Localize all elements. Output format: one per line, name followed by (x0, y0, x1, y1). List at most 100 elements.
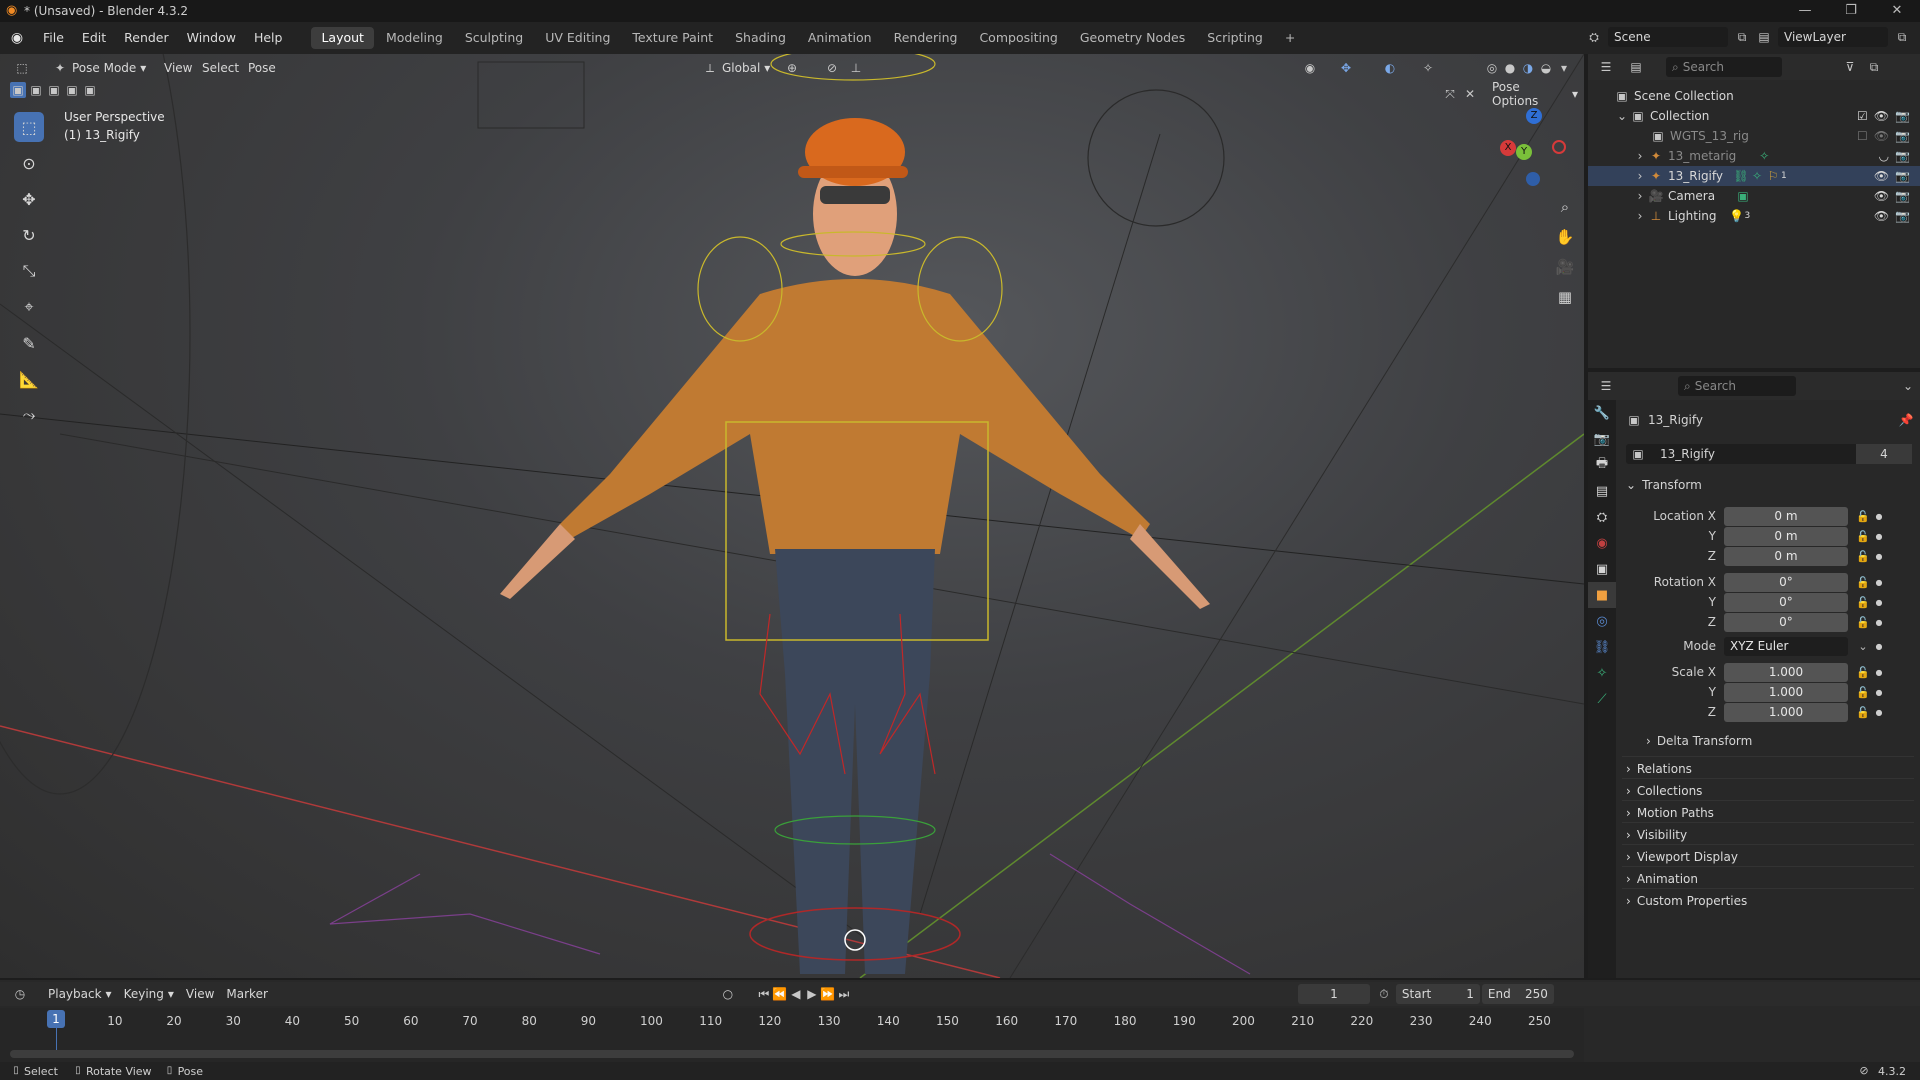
chevron-down-icon[interactable]: ⌄ (1900, 378, 1916, 394)
constraint-tab-icon[interactable]: ⛓ (1588, 634, 1616, 660)
outliner-row-scene-collection[interactable]: ▣ Scene Collection (1588, 86, 1920, 106)
rotate-tool[interactable]: ↻ (14, 220, 44, 250)
keyframe-dot-icon[interactable]: ● (1872, 618, 1886, 627)
lock-icon[interactable]: 🔓 (1854, 596, 1872, 609)
panel-visibility[interactable]: › Visibility (1622, 822, 1914, 846)
navigation-gizmo[interactable]: Z X Y (1494, 108, 1574, 188)
panel-viewport-display[interactable]: › Viewport Display (1622, 844, 1914, 868)
end-frame-field[interactable]: End 250 (1481, 984, 1554, 1004)
outliner-row-rigify[interactable]: › ✦ 13_Rigify ⛓ ✧ ⚐ 1 👁 📷 (1588, 166, 1920, 186)
move-tool[interactable]: ✥ (14, 184, 44, 214)
snap-icon[interactable]: ⊘ (824, 60, 840, 76)
timeline-editor-icon[interactable]: ◷ (12, 986, 28, 1002)
mode-selector[interactable]: ✦ Pose Mode ▾ (46, 58, 152, 78)
bone-overlay-icon[interactable]: ✧ (1420, 60, 1436, 76)
play-icon[interactable]: ▶ (804, 986, 820, 1002)
transform-panel-header[interactable]: ⌄ Transform (1626, 478, 1702, 492)
solid-shading-icon[interactable]: ● (1502, 60, 1518, 76)
pan-hand-icon[interactable]: ✋ (1552, 224, 1578, 250)
3d-viewport[interactable]: ⬚ ✦ Pose Mode ▾ View Select Pose ⟂ Global ▾ … (0, 54, 1584, 978)
chevron-right-icon[interactable]: › (1632, 148, 1648, 164)
gizmo-x-axis[interactable]: X (1500, 140, 1516, 156)
rotation-x-field[interactable]: 0° (1724, 572, 1848, 592)
scale-tool[interactable]: ⤡ (14, 256, 44, 286)
camera-icon[interactable]: 📷 (1895, 109, 1910, 123)
keyframe-dot-icon[interactable]: ● (1872, 708, 1886, 717)
panel-animation[interactable]: › Animation (1622, 866, 1914, 890)
view-layer-tab-icon[interactable]: ▤ (1588, 478, 1616, 504)
annotate-tool[interactable]: ✎ (14, 328, 44, 358)
tab-scripting[interactable]: Scripting (1197, 27, 1273, 49)
chevron-right-icon[interactable]: › (1632, 168, 1648, 184)
eye-icon[interactable]: 👁 (1874, 109, 1889, 123)
marker-menu[interactable]: Marker (220, 984, 273, 1004)
menu-help[interactable]: Help (245, 22, 292, 54)
location-y-field[interactable]: 0 m (1724, 526, 1848, 546)
menu-edit[interactable]: Edit (73, 22, 115, 54)
close-window-button[interactable]: ✕ (1874, 0, 1920, 22)
transform-affect-icon[interactable]: ⤧ (1442, 86, 1458, 102)
cursor-tool[interactable]: ⊙ (14, 148, 44, 178)
outliner-editor-icon[interactable]: ☰ (1598, 59, 1614, 75)
chevron-down-icon[interactable]: ⌄ (1614, 108, 1630, 124)
maximize-button[interactable]: ❐ (1828, 0, 1874, 22)
object-tab-icon[interactable]: ■ (1588, 582, 1616, 608)
shading-options-icon[interactable]: ▾ (1556, 60, 1572, 76)
rotation-y-field[interactable]: 0° (1724, 592, 1848, 612)
camera-view-icon[interactable]: 🎥 (1552, 254, 1578, 280)
jump-end-icon[interactable]: ⏭ (836, 986, 852, 1002)
timeline-view-menu[interactable]: View (180, 984, 220, 1004)
chevron-right-icon[interactable]: › (1632, 208, 1648, 224)
tab-sculpting[interactable]: Sculpting (455, 27, 533, 49)
tab-uv-editing[interactable]: UV Editing (535, 27, 620, 49)
editor-type-icon[interactable]: ⬚ (14, 60, 30, 76)
gizmo-toggle-icon[interactable]: ✥ (1338, 60, 1354, 76)
jump-start-icon[interactable]: ⏮ (756, 986, 772, 1002)
viewlayer-selector[interactable]: ViewLayer (1778, 27, 1888, 47)
chevron-down-icon[interactable]: ⌄ (1854, 640, 1872, 653)
bone-tab-icon[interactable]: ⟋ (1588, 686, 1616, 712)
object-datablock-field[interactable]: ▣ 13_Rigify 4 (1626, 444, 1912, 464)
tab-layout[interactable]: Layout (311, 27, 374, 49)
panel-collections[interactable]: › Collections (1622, 778, 1914, 802)
lock-icon[interactable]: 🔓 (1854, 550, 1872, 563)
lock-icon[interactable]: 🔓 (1854, 706, 1872, 719)
menu-render[interactable]: Render (115, 22, 178, 54)
tab-geometry-nodes[interactable]: Geometry Nodes (1070, 27, 1195, 49)
user-count[interactable]: 4 (1856, 444, 1912, 464)
start-frame-field[interactable]: Start 1 (1395, 984, 1480, 1004)
play-reverse-icon[interactable]: ◀ (788, 986, 804, 1002)
camera-icon[interactable]: 📷 (1895, 189, 1910, 203)
pose-options-button[interactable]: Pose Options ▾ (1486, 80, 1584, 108)
outliner-row-lighting[interactable]: › ⊥ Lighting 💡 3 👁 📷 (1588, 206, 1920, 226)
scene-selector[interactable]: Scene (1608, 27, 1728, 47)
stopwatch-icon[interactable]: ⏱ (1376, 986, 1392, 1002)
camera-icon[interactable]: 📷 (1895, 149, 1910, 163)
zoom-icon[interactable]: ⌕ (1552, 194, 1578, 220)
eye-icon[interactable]: 👁 (1874, 189, 1889, 203)
menu-window[interactable]: Window (178, 22, 245, 54)
rotation-mode-select[interactable]: XYZ Euler (1724, 636, 1848, 656)
tab-texture-paint[interactable]: Texture Paint (622, 27, 723, 49)
transform-tool[interactable]: ⌖ (14, 292, 44, 322)
lock-icon[interactable]: 🔓 (1854, 510, 1872, 523)
select-intersect-icon[interactable]: ▣ (82, 82, 98, 98)
gizmo-z-axis[interactable]: Z (1526, 108, 1542, 124)
rotation-z-field[interactable]: 0° (1724, 612, 1848, 632)
viewport-scene[interactable] (0, 54, 1584, 978)
outliner-row-camera[interactable]: › 🎥 Camera ▣ 👁 📷 (1588, 186, 1920, 206)
menu-file[interactable]: File (34, 22, 73, 54)
armature-data-tab-icon[interactable]: ✧ (1588, 660, 1616, 686)
keyframe-dot-icon[interactable]: ● (1872, 642, 1886, 651)
lock-icon[interactable]: 🔓 (1854, 530, 1872, 543)
blender-menu-icon[interactable]: ◉ (0, 30, 34, 46)
menu-select[interactable]: Select (196, 58, 245, 78)
timeline-scrollbar[interactable] (10, 1050, 1574, 1058)
render-tab-icon[interactable]: 📷 (1588, 426, 1616, 452)
gizmo-neg-x[interactable] (1552, 140, 1566, 154)
select-new-icon[interactable]: ▣ (10, 82, 26, 98)
outliner-row-collection[interactable]: ⌄ ▣ Collection ☑ 👁 📷 (1588, 106, 1920, 126)
delta-transform-subpanel[interactable]: › Delta Transform (1646, 734, 1752, 748)
minimize-button[interactable]: — (1782, 0, 1828, 22)
playback-menu[interactable]: Playback ▾ (42, 984, 118, 1004)
